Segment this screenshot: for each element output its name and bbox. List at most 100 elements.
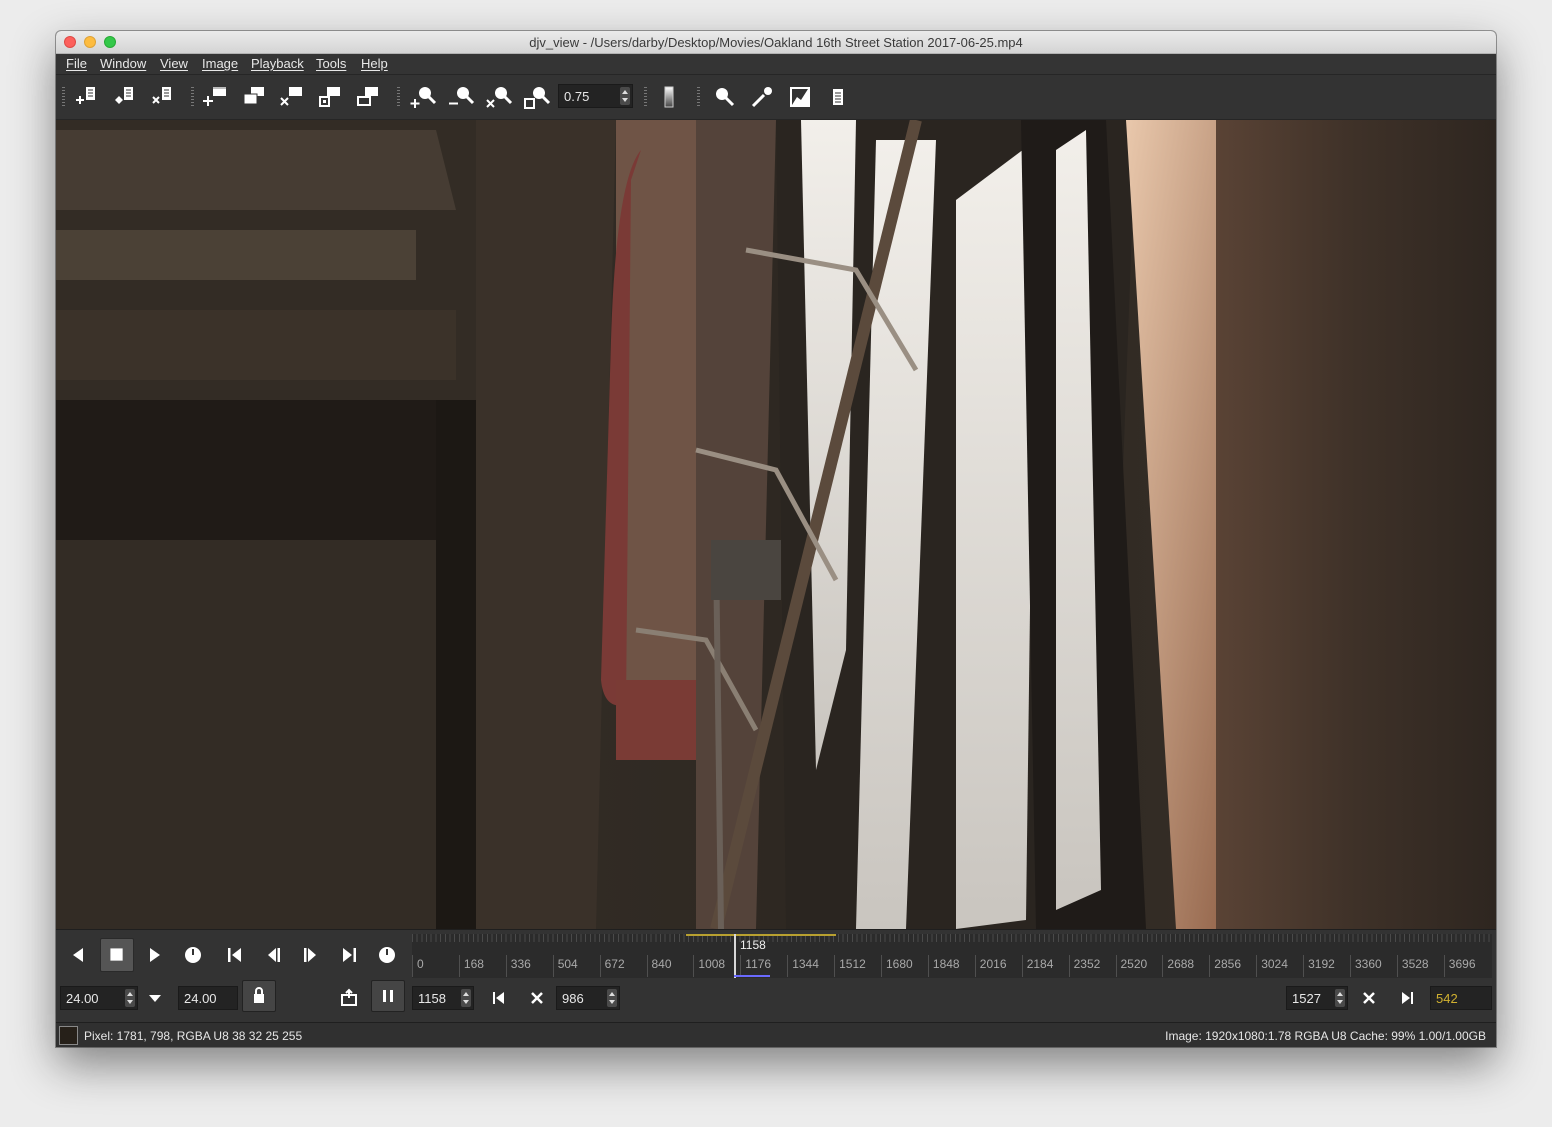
timeline-tick-label: 0 [412,955,424,977]
timeline-tick-label: 2688 [1162,955,1194,977]
speed-menu-icon[interactable] [144,987,166,1009]
stop-icon[interactable] [100,938,134,972]
out-point-field[interactable]: 1527 [1286,986,1348,1010]
forward-icon[interactable] [140,940,170,970]
timeline-tick-label: 3024 [1256,955,1288,977]
toolbar: 0.75 [56,75,1496,120]
title-bar: djv_view - /Users/darby/Desktop/Movies/O… [56,31,1496,54]
zoom-reset-icon[interactable] [485,83,513,111]
window-fullscreen-icon[interactable] [354,83,382,111]
timeline-tick-label: 168 [458,955,484,977]
timeline-tick-label: 1680 [881,955,913,977]
in-point-value[interactable]: 986 [562,991,584,1006]
frame-lock-button[interactable] [242,980,276,1012]
duration-value: 542 [1436,991,1458,1006]
file-reload-icon[interactable] [112,83,140,111]
loop-icon[interactable] [372,940,402,970]
duration-field: 542 [1430,986,1492,1010]
menu-help[interactable]: Help [361,56,388,71]
reverse-icon[interactable] [63,940,93,970]
lock-icon [254,987,264,1003]
timeline-tick-label: 2520 [1115,955,1147,977]
end-icon[interactable] [334,940,364,970]
timeline-tick-label: 2352 [1068,955,1100,977]
in-out-range [686,934,836,936]
menu-tools[interactable]: Tools [316,56,346,71]
current-frame-stepper[interactable] [461,989,471,1007]
speed-field[interactable]: 24.00 [60,986,138,1010]
info-icon[interactable] [824,83,852,111]
menu-bar: File Window View Image Playback Tools He… [56,54,1496,75]
in-point-stepper[interactable] [607,989,617,1007]
video-frame-image [56,120,1496,929]
speed-value[interactable]: 24.00 [66,991,99,1006]
toolbar-grip[interactable] [644,87,647,107]
image-viewer[interactable] [56,120,1496,929]
window-close-icon[interactable] [278,83,306,111]
timeline-tick-label: 3360 [1350,955,1382,977]
pixel-info: Pixel: 1781, 798, RGBA U8 38 32 25 255 [84,1029,303,1043]
set-out-point-icon[interactable] [1396,987,1418,1009]
pause-button[interactable] [371,980,405,1012]
menu-window[interactable]: Window [100,56,146,71]
timeline-tick-label: 336 [505,955,531,977]
timeline-cursor[interactable] [734,934,736,978]
out-point-value[interactable]: 1527 [1292,991,1321,1006]
real-speed-field: 24.00 [178,986,238,1010]
pixel-color-swatch [59,1026,78,1045]
current-frame-value[interactable]: 1158 [418,991,446,1006]
window-fit-icon[interactable] [316,83,344,111]
start-icon[interactable] [220,940,250,970]
image-info: Image: 1920x1080:1.78 RGBA U8 Cache: 99%… [1165,1029,1486,1043]
color-picker-icon[interactable] [748,83,776,111]
timeline-tick-label: 840 [646,955,672,977]
clear-in-point-icon[interactable] [526,987,548,1009]
toolbar-grip[interactable] [191,87,194,107]
real-speed-value: 24.00 [184,991,217,1006]
next-frame-icon[interactable] [296,940,326,970]
zoom-value[interactable]: 0.75 [564,89,589,104]
zoom-spinbox[interactable]: 0.75 [558,84,633,108]
zoom-in-icon[interactable] [409,83,437,111]
timeline-cursor-marker [734,975,770,977]
timeline-tick-label: 1848 [927,955,960,977]
menu-view[interactable]: View [160,56,188,71]
zoom-stepper[interactable] [620,87,630,105]
timeline-tick-label: 2184 [1021,955,1053,977]
timeline-tick-label: 1344 [787,955,819,977]
timeline-tick-label: 3528 [1396,955,1429,977]
timeline-tick-label: 1008 [693,955,725,977]
current-frame-field[interactable]: 1158 [412,986,474,1010]
file-open-icon[interactable] [74,83,102,111]
menu-playback[interactable]: Playback [251,56,304,71]
timeline-cursor-frame: 1158 [740,938,766,952]
out-point-stepper[interactable] [1335,989,1345,1007]
pause-icon [383,990,393,1002]
file-close-icon[interactable] [150,83,178,111]
speed-stepper[interactable] [125,989,135,1007]
clear-out-point-icon[interactable] [1358,987,1380,1009]
zoom-out-icon[interactable] [447,83,475,111]
prev-frame-icon[interactable] [258,940,288,970]
toolbar-grip[interactable] [62,87,65,107]
timeline-tick-label: 3192 [1303,955,1335,977]
in-point-field[interactable]: 986 [556,986,620,1010]
menu-image[interactable]: Image [202,56,238,71]
timeline-tick-label: 2016 [974,955,1007,977]
frame-timeline[interactable]: 0 168 336 504 672 840 1008 1176 1344 151… [412,934,1492,978]
set-in-point-icon[interactable] [488,987,510,1009]
toolbar-grip[interactable] [397,87,400,107]
window-new-icon[interactable] [202,83,230,111]
playback-every-frame-icon[interactable] [338,987,360,1009]
timeline-tick-label: 1512 [834,955,866,977]
toolbar-grip[interactable] [697,87,700,107]
fit-icon[interactable] [523,83,551,111]
menu-file[interactable]: File [66,56,87,71]
playback-controls: 0 168 336 504 672 840 1008 1176 1344 151… [56,929,1496,1022]
histogram-icon[interactable] [786,83,814,111]
display-profile-icon[interactable] [656,83,684,111]
loop-icon[interactable] [178,940,208,970]
magnify-icon[interactable] [710,83,738,111]
app-window: djv_view - /Users/darby/Desktop/Movies/O… [56,31,1496,1047]
window-copy-icon[interactable] [240,83,268,111]
